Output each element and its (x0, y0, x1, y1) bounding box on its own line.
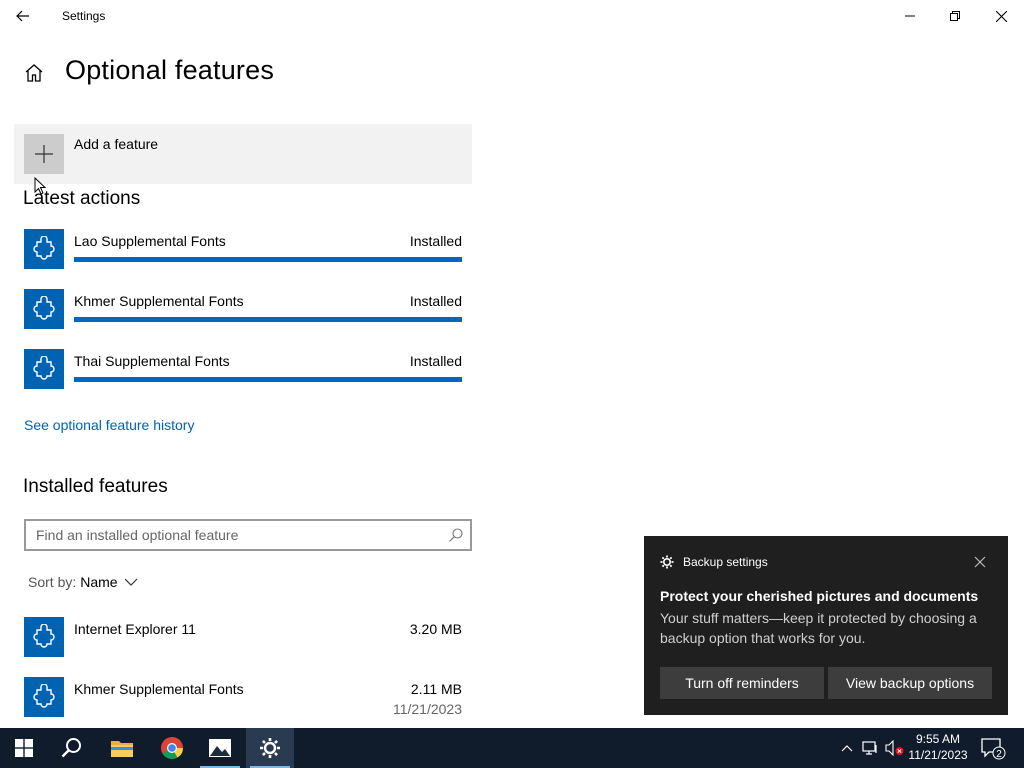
puzzle-icon (33, 684, 55, 708)
feature-name: Khmer Supplemental Fonts (74, 681, 244, 697)
windows-logo-icon (15, 739, 33, 757)
puzzle-icon (33, 296, 55, 320)
search-icon (449, 528, 463, 542)
clock-date: 11/21/2023 (908, 748, 968, 762)
puzzle-icon (33, 624, 55, 648)
installed-feature-item[interactable]: Khmer Supplemental Fonts 2.11 MB 11/21/2… (24, 677, 464, 731)
backup-toast-notification[interactable]: Backup settings Protect your cherished p… (644, 536, 1008, 715)
add-feature-button[interactable]: Add a feature (14, 124, 472, 184)
progress-fill (74, 257, 462, 262)
feature-date: 11/21/2023 (392, 701, 462, 717)
notification-count: 2 (996, 749, 1002, 760)
volume-tray-button[interactable] (884, 728, 906, 768)
toast-header: Backup settings (660, 555, 768, 569)
home-icon[interactable] (22, 61, 46, 85)
notification-icon: 2 (981, 738, 1006, 760)
installed-features-heading: Installed features (23, 476, 168, 497)
latest-actions-heading: Latest actions (23, 188, 141, 209)
taskbar-search-button[interactable] (48, 728, 96, 768)
latest-action-item[interactable]: Khmer Supplemental Fonts Installed (24, 289, 464, 343)
toast-body: Your stuff matters—keep it protected by … (660, 610, 977, 646)
taskbar: 9:55 AM 11/21/2023 2 (0, 728, 1024, 768)
progress-bar (74, 257, 462, 262)
progress-fill (74, 377, 462, 382)
installed-feature-item[interactable]: Internet Explorer 11 3.20 MB (24, 617, 464, 671)
feature-name: Khmer Supplemental Fonts (74, 293, 244, 309)
back-button[interactable] (0, 0, 46, 32)
puzzle-icon (33, 356, 55, 380)
feature-status: Installed (409, 293, 462, 309)
feature-status: Installed (409, 353, 462, 369)
feature-name: Thai Supplemental Fonts (74, 353, 230, 369)
add-feature-label: Add a feature (74, 136, 159, 152)
close-icon (974, 556, 986, 568)
search-placeholder: Find an installed optional feature (36, 527, 239, 543)
toast-close-button[interactable] (972, 554, 988, 570)
add-tile (24, 134, 64, 174)
feature-name: Internet Explorer 11 (74, 621, 196, 637)
search-input[interactable]: Find an installed optional feature (24, 519, 472, 551)
close-button[interactable] (978, 0, 1024, 32)
puzzle-tile (24, 349, 64, 389)
progress-bar (74, 377, 462, 382)
feature-status: Installed (409, 233, 462, 249)
puzzle-tile (24, 229, 64, 269)
puzzle-tile (24, 289, 64, 329)
feature-size: 3.20 MB (409, 621, 462, 637)
settings-taskbar-button[interactable] (246, 728, 294, 768)
feature-history-link[interactable]: See optional feature history (24, 417, 194, 433)
file-explorer-button[interactable] (98, 728, 146, 768)
network-icon (862, 741, 877, 755)
minimize-button[interactable] (887, 0, 933, 32)
view-backup-options-button[interactable]: View backup options (828, 667, 992, 699)
search-icon (61, 738, 81, 758)
puzzle-tile (24, 677, 64, 717)
latest-action-item[interactable]: Lao Supplemental Fonts Installed (24, 229, 464, 283)
page-title: Optional features (65, 55, 275, 85)
show-hidden-icons-button[interactable] (838, 728, 856, 768)
puzzle-icon (33, 236, 55, 260)
turn-off-reminders-button[interactable]: Turn off reminders (660, 667, 824, 699)
gear-icon (260, 738, 280, 758)
taskbar-clock[interactable]: 9:55 AM 11/21/2023 (904, 731, 972, 763)
toast-app-name: Backup settings (683, 555, 768, 569)
sort-dropdown[interactable]: Sort by: Name (28, 574, 138, 590)
clock-time: 9:55 AM (915, 732, 961, 746)
minimize-icon (905, 15, 915, 17)
progress-bar (74, 317, 462, 322)
chrome-button[interactable] (148, 728, 196, 768)
plus-icon (35, 145, 53, 163)
feature-name: Lao Supplemental Fonts (74, 233, 226, 249)
progress-fill (74, 317, 462, 322)
gear-icon (660, 555, 674, 569)
latest-action-item[interactable]: Thai Supplemental Fonts Installed (24, 349, 464, 403)
start-button[interactable] (0, 728, 48, 768)
toast-title: Protect your cherished pictures and docu… (660, 588, 979, 604)
photos-button[interactable] (196, 728, 244, 768)
title-bar: Settings (0, 0, 1024, 32)
chrome-icon (161, 737, 183, 759)
folder-icon (111, 741, 133, 757)
photos-icon (209, 739, 231, 757)
sort-value: Name (80, 574, 118, 590)
back-arrow-icon (16, 10, 29, 22)
sort-label: Sort by: (28, 574, 77, 590)
close-icon (995, 10, 1007, 22)
network-tray-button[interactable] (860, 728, 882, 768)
action-center-button[interactable]: 2 (978, 728, 1008, 768)
volume-muted-icon (885, 740, 904, 756)
restore-icon (950, 11, 960, 21)
chevron-down-icon (124, 578, 138, 586)
puzzle-tile (24, 617, 64, 657)
feature-size: 2.11 MB (410, 681, 462, 697)
window-title: Settings (62, 9, 106, 23)
chevron-up-icon (841, 745, 853, 752)
restore-button[interactable] (932, 0, 978, 32)
